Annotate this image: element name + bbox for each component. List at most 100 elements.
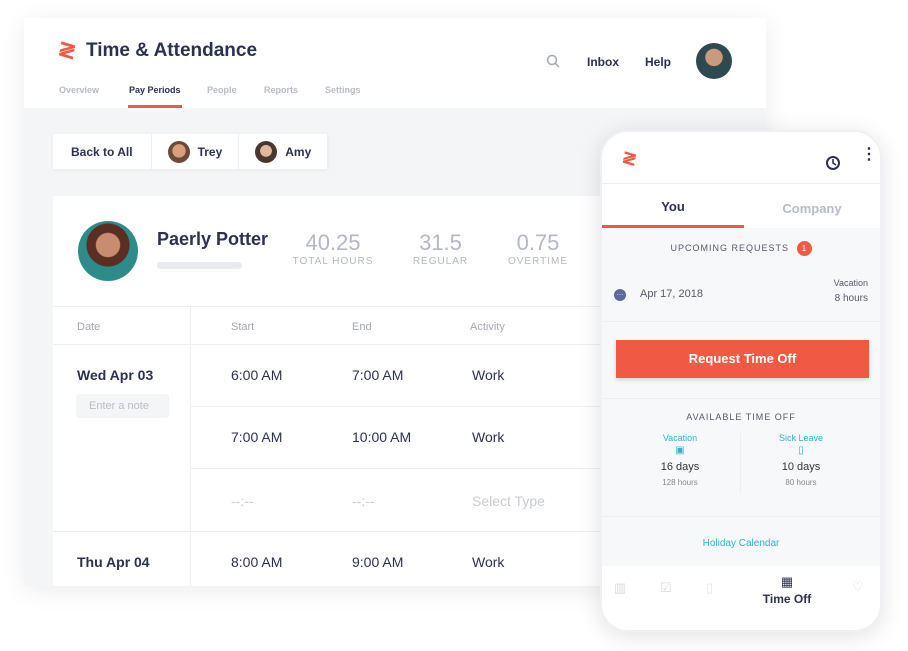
col-end: End [352, 321, 372, 333]
divider [602, 398, 880, 399]
timesheet-card: Paerly Potter 40.25 TOTAL HOURS 31.5 REGUL… [53, 196, 613, 586]
nav-heart-icon[interactable]: ♡ [852, 579, 864, 595]
stat-overtime: 0.75 OVERTIME [503, 230, 573, 267]
col-start: Start [231, 321, 255, 333]
person-amy-button[interactable]: Amy [239, 134, 329, 169]
end-time[interactable]: 10:00 AM [352, 429, 411, 445]
trey-avatar [167, 140, 190, 163]
nav-time-off-label: Time Off [762, 592, 812, 606]
upcoming-label: UPCOMING REQUESTS [670, 243, 789, 253]
balance-days: 10 days [781, 461, 821, 473]
active-tab-indicator [128, 105, 182, 108]
available-time-off-heading: AVAILABLE TIME OFF [686, 412, 796, 422]
col-activity: Activity [470, 321, 505, 333]
stat-total-hours: 40.25 TOTAL HOURS [288, 230, 378, 267]
search-icon[interactable] [546, 54, 560, 68]
amy-avatar [255, 140, 278, 163]
holiday-calendar-link[interactable]: Holiday Calendar [602, 538, 880, 549]
end-time[interactable]: 7:00 AM [352, 367, 403, 383]
stat-label: REGULAR [412, 256, 469, 267]
user-avatar[interactable] [696, 43, 732, 79]
employee-avatar [78, 221, 138, 281]
stat-regular: 31.5 REGULAR [408, 230, 473, 267]
tab-people[interactable]: People [207, 85, 237, 95]
activity[interactable]: Work [472, 367, 504, 383]
balance-days: 16 days [660, 461, 700, 473]
balance-hours: 80 hours [785, 478, 817, 487]
vacation-balance: Vacation ▣ 16 days 128 hours [620, 433, 740, 487]
tab-reports[interactable]: Reports [264, 85, 298, 95]
divider [53, 531, 613, 532]
help-link[interactable]: Help [645, 55, 671, 69]
app-title: Time & Attendance [86, 40, 258, 61]
divider [191, 406, 613, 407]
note-input[interactable]: Enter a note [76, 394, 169, 418]
request-hours: 8 hours [834, 293, 868, 304]
person-trey-button[interactable]: Trey [151, 134, 240, 169]
balance-hours: 128 hours [662, 478, 698, 487]
col-date: Date [77, 321, 101, 333]
start-time[interactable]: 8:00 AM [231, 554, 282, 570]
activity[interactable]: Work [472, 429, 504, 445]
column-divider [190, 306, 191, 586]
start-time[interactable]: 7:00 AM [231, 429, 282, 445]
balance-type: Vacation [662, 433, 698, 443]
balance-type: Sick Leave [778, 433, 824, 443]
divider [53, 344, 613, 345]
calendar-icon: ▦ [780, 574, 794, 589]
mobile-app: ≷ ⋮ You Company UPCOMING REQUESTS 1 … Ap… [600, 130, 882, 632]
upcoming-requests-heading: UPCOMING REQUESTS 1 [602, 241, 880, 256]
trey-label: Trey [197, 144, 223, 159]
mobile-content: UPCOMING REQUESTS 1 … Apr 17, 2018 Vacat… [602, 228, 880, 630]
medicine-icon: ▯ [798, 445, 804, 456]
employee-name: Paerly Potter [157, 229, 269, 249]
nav-briefcase-icon[interactable]: ▥ [614, 580, 626, 596]
tab-overview[interactable]: Overview [59, 85, 99, 95]
request-time-off-button[interactable]: Request Time Off [616, 340, 869, 378]
mobile-header: ≷ ⋮ [602, 132, 880, 184]
person-switcher: Back to All Trey Amy [53, 134, 329, 169]
end-time[interactable]: 9:00 AM [352, 554, 403, 570]
request-type: Vacation [833, 278, 868, 288]
nav-time-off[interactable]: ▦ Time Off [742, 574, 832, 606]
tab-pay-periods[interactable]: Pay Periods [129, 85, 181, 95]
request-item[interactable]: … Apr 17, 2018 Vacation 8 hours [602, 266, 880, 322]
divider [191, 468, 613, 469]
mobile-logo: ≷ [620, 148, 636, 168]
sick-leave-balance: Sick Leave ▯ 10 days 80 hours [741, 433, 861, 487]
suitcase-icon: ▣ [675, 445, 685, 456]
pending-icon: … [614, 289, 626, 301]
divider [53, 306, 613, 307]
tab-settings[interactable]: Settings [325, 85, 361, 95]
activity-select[interactable]: Select Type [472, 493, 545, 509]
amy-label: Amy [285, 144, 312, 159]
start-time-input[interactable]: --:-- [231, 493, 254, 509]
start-time[interactable]: 6:00 AM [231, 367, 282, 383]
history-icon[interactable] [824, 154, 842, 172]
app-logo: ≷ [55, 37, 76, 62]
back-label: Back to All [71, 144, 133, 159]
activity[interactable]: Work [472, 554, 504, 570]
stat-label: OVERTIME [507, 256, 569, 267]
date-wed-apr-03: Wed Apr 03 [77, 367, 154, 383]
back-to-all-button[interactable]: Back to All [53, 134, 152, 169]
stat-label: TOTAL HOURS [292, 256, 374, 267]
bottom-nav: ▥ ☑ ▯ ▦ Time Off ♡ [602, 566, 880, 630]
nav-checklist-icon[interactable]: ☑ [660, 580, 672, 596]
stat-value: 0.75 [516, 230, 560, 255]
app-header: ≷ Time & Attendance Overview Pay Periods… [24, 18, 766, 108]
progress-placeholder [157, 262, 242, 269]
inbox-link[interactable]: Inbox [587, 55, 619, 69]
stat-value: 31.5 [419, 230, 462, 255]
divider [602, 516, 880, 517]
more-icon[interactable]: ⋮ [861, 147, 877, 163]
mobile-tabs: You Company [602, 184, 880, 228]
date-thu-apr-04: Thu Apr 04 [77, 554, 150, 570]
request-date: Apr 17, 2018 [640, 288, 703, 300]
tab-you[interactable]: You [602, 199, 744, 214]
nav-badge-icon[interactable]: ▯ [706, 580, 713, 596]
stat-value: 40.25 [305, 230, 361, 255]
end-time-input[interactable]: --:-- [352, 493, 375, 509]
tab-company[interactable]: Company [744, 201, 880, 216]
upcoming-count-badge: 1 [796, 241, 812, 256]
